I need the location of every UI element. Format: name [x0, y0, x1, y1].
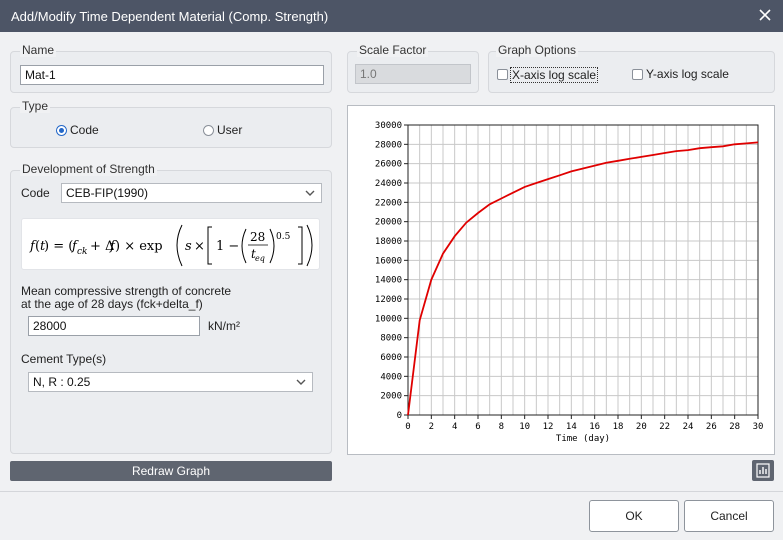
- cement-type-label: Cement Type(s): [21, 352, 107, 366]
- svg-text:1 −: 1 −: [216, 239, 239, 254]
- y-tick-label: 20000: [375, 218, 402, 228]
- cement-type-value: N, R : 0.25: [33, 375, 91, 389]
- x-tick-label: 30: [753, 422, 764, 432]
- x-tick-label: 14: [566, 422, 577, 432]
- x-tick-label: 18: [613, 422, 624, 432]
- cement-type-select[interactable]: N, R : 0.25: [28, 372, 313, 392]
- x-axis-log-label[interactable]: X-axis log scale: [510, 67, 599, 83]
- x-tick-label: 10: [519, 422, 530, 432]
- x-axis-log-checkbox[interactable]: [497, 69, 508, 80]
- type-code-label[interactable]: Code: [70, 123, 99, 137]
- x-tick-label: 16: [589, 422, 600, 432]
- y-tick-label: 0: [397, 411, 402, 421]
- window-title: Add/Modify Time Dependent Material (Comp…: [11, 9, 329, 24]
- svg-text:) = (: ) = (: [44, 239, 73, 254]
- x-tick-label: 2: [429, 422, 434, 432]
- x-tick-label: 20: [636, 422, 647, 432]
- y-tick-label: 12000: [375, 295, 402, 305]
- name-group-label: Name: [20, 43, 57, 57]
- svg-text:×: ×: [194, 239, 205, 254]
- chevron-down-icon: [296, 379, 306, 385]
- type-code-radio[interactable]: [56, 125, 67, 136]
- y-tick-label: 18000: [375, 237, 402, 247]
- x-tick-label: 0: [405, 422, 410, 432]
- development-group-label: Development of Strength: [20, 162, 157, 176]
- mean-strength-label-line2: at the age of 28 days (fck+delta_f): [21, 297, 203, 311]
- type-user-label[interactable]: User: [217, 123, 242, 137]
- mean-strength-input[interactable]: [28, 316, 200, 336]
- svg-text:28: 28: [250, 230, 265, 244]
- x-tick-label: 12: [543, 422, 554, 432]
- y-tick-label: 30000: [375, 121, 402, 131]
- svg-text:0.5: 0.5: [276, 232, 291, 242]
- scale-factor-label: Scale Factor: [357, 43, 429, 57]
- code-label: Code: [21, 186, 50, 200]
- svg-text:eq: eq: [255, 254, 265, 263]
- mean-strength-unit: kN/m²: [208, 319, 240, 333]
- x-tick-label: 4: [452, 422, 457, 432]
- x-axis-label: Time (day): [556, 434, 610, 444]
- cancel-button[interactable]: Cancel: [684, 500, 774, 532]
- y-tick-label: 28000: [375, 140, 402, 150]
- development-group: [10, 170, 332, 454]
- name-input[interactable]: [20, 65, 324, 85]
- strength-formula: f (t) = ( f ck + Δf ) × exp s × 1 − 28 t…: [21, 218, 320, 270]
- strength-chart-panel: 0 2000 4000 6000 8000 10000 12000 14000 16000 180…: [347, 105, 775, 455]
- type-user-radio[interactable]: [203, 125, 214, 136]
- graph-icon-button[interactable]: [752, 460, 774, 481]
- redraw-graph-button[interactable]: Redraw Graph: [10, 461, 332, 481]
- title-bar: Add/Modify Time Dependent Material (Comp…: [0, 0, 783, 32]
- strength-chart: 0200040006000800010000120001400016000180…: [375, 121, 764, 444]
- formula-image: f (t) = ( f ck + Δf ) × exp s × 1 − 28 t…: [29, 224, 313, 267]
- y-tick-label: 14000: [375, 276, 402, 286]
- x-tick-label: 6: [475, 422, 480, 432]
- graph-options-label: Graph Options: [496, 43, 579, 57]
- type-group-label: Type: [20, 99, 51, 113]
- y-axis-log-label[interactable]: Y-axis log scale: [646, 67, 729, 81]
- chevron-down-icon: [305, 190, 315, 196]
- y-tick-label: 2000: [380, 392, 402, 402]
- y-tick-label: 16000: [375, 256, 402, 266]
- svg-text:) × exp: ) × exp: [115, 239, 163, 254]
- y-tick-label: 26000: [375, 160, 402, 170]
- x-tick-label: 22: [659, 422, 670, 432]
- bar-chart-icon: [756, 463, 770, 478]
- code-select-value: CEB-FIP(1990): [66, 186, 149, 200]
- scale-factor-input: [355, 64, 471, 84]
- y-axis-log-checkbox[interactable]: [632, 69, 643, 80]
- ok-button[interactable]: OK: [589, 500, 679, 532]
- close-icon[interactable]: [757, 7, 773, 23]
- y-tick-label: 24000: [375, 179, 402, 189]
- mean-strength-label-line1: Mean compressive strength of concrete: [21, 284, 232, 298]
- y-tick-label: 10000: [375, 314, 402, 324]
- x-tick-label: 24: [683, 422, 694, 432]
- y-tick-label: 22000: [375, 198, 402, 208]
- y-tick-label: 4000: [380, 372, 402, 382]
- svg-text:ck: ck: [77, 247, 88, 257]
- y-tick-label: 6000: [380, 353, 402, 363]
- x-tick-label: 8: [499, 422, 504, 432]
- x-tick-label: 28: [729, 422, 740, 432]
- svg-text:s: s: [185, 239, 192, 254]
- y-tick-label: 8000: [380, 334, 402, 344]
- code-select[interactable]: CEB-FIP(1990): [61, 183, 322, 203]
- x-tick-label: 26: [706, 422, 717, 432]
